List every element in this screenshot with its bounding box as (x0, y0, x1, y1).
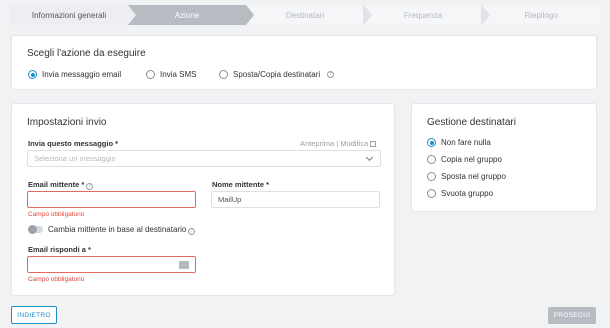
radio-label: Invia SMS (160, 70, 197, 79)
recipients-card: Gestione destinatari Non fare nulla Copi… (411, 103, 597, 212)
change-sender-label: Cambia mittente in base al destinatario? (48, 225, 196, 235)
recipients-title: Gestione destinatari (427, 117, 516, 128)
radio-label: Sposta/Copia destinatari (233, 70, 321, 79)
radio-checked-icon (427, 138, 436, 147)
radio-label: Copia nel gruppo (441, 155, 502, 164)
reply-to-input[interactable] (27, 256, 196, 273)
sender-name-label: Nome mittente * (212, 180, 270, 189)
radio-unchecked-icon (427, 172, 436, 181)
preview-link[interactable]: Anteprima (300, 139, 334, 148)
radio-unchecked-icon (427, 189, 436, 198)
message-label: Invia questo messaggio * (28, 139, 119, 148)
info-icon[interactable]: ? (188, 227, 196, 235)
next-button[interactable]: PROSEGUI (548, 307, 596, 324)
radio-label: Invia messaggio email (42, 70, 122, 79)
action-card-title: Scegli l'azione da eseguire (27, 48, 146, 59)
radio-non-fare-nulla[interactable]: Non fare nulla (427, 138, 491, 147)
radio-invia-email[interactable]: Invia messaggio email (28, 70, 121, 79)
sender-email-input[interactable] (27, 191, 196, 208)
radio-unchecked-icon (146, 70, 155, 79)
message-select-placeholder: Seleziona un messaggio (34, 154, 116, 163)
step-azione[interactable]: Azione (128, 5, 254, 25)
radio-unchecked-icon (427, 155, 436, 164)
chevron-down-icon (365, 153, 374, 162)
sender-name-input[interactable]: MailUp (211, 191, 380, 208)
external-link-icon (370, 141, 377, 147)
info-icon[interactable]: ? (327, 71, 335, 78)
reply-to-label: Email rispondi a * (28, 245, 91, 254)
step-informazioni-generali[interactable]: Informazioni generali (10, 5, 136, 25)
message-select[interactable]: Seleziona un messaggio (27, 150, 381, 167)
edit-link[interactable]: Modifica (340, 139, 368, 148)
step-label: Frequenza (403, 10, 443, 20)
radio-svuota-gruppo[interactable]: Svuota gruppo (427, 189, 493, 198)
radio-sposta-nel-gruppo[interactable]: Sposta nel gruppo (427, 172, 506, 181)
link-separator: | (336, 139, 339, 148)
send-settings-title: Impostazioni invio (27, 117, 107, 128)
radio-copia-nel-gruppo[interactable]: Copia nel gruppo (427, 155, 502, 164)
sender-email-label: Email mittente *? (28, 180, 94, 190)
step-riepilogo: Riepilogo (482, 5, 600, 25)
change-sender-toggle[interactable] (28, 225, 43, 234)
step-destinatari: Destinatari (246, 4, 372, 26)
sender-email-error: Campo obbligatorio (28, 211, 85, 218)
radio-checked-icon (28, 70, 37, 79)
wizard-stepper: Informazioni generali Azione Destinatari… (10, 4, 600, 26)
step-label: Informazioni generali (31, 10, 107, 20)
step-label: Riepilogo (524, 10, 558, 20)
step-frequenza: Frequenza (364, 4, 490, 26)
address-book-icon[interactable] (179, 261, 189, 269)
radio-invia-sms[interactable]: Invia SMS (146, 70, 196, 79)
send-settings-card: Impostazioni invio Invia questo messaggi… (11, 103, 395, 296)
preview-edit-links: Anteprima | Modifica (300, 139, 377, 148)
back-button[interactable]: INDIETRO (11, 306, 57, 324)
radio-unchecked-icon (219, 70, 228, 79)
step-label: Destinatari (285, 10, 325, 20)
reply-to-error: Campo obbligatorio (28, 276, 85, 283)
radio-label: Svuota gruppo (441, 189, 494, 198)
radio-sposta-copia[interactable]: Sposta/Copia destinatari ? (219, 70, 335, 79)
info-icon[interactable]: ? (86, 182, 94, 190)
radio-label: Sposta nel gruppo (441, 172, 506, 181)
action-card: Scegli l'azione da eseguire Invia messag… (11, 35, 597, 90)
step-label: Azione (174, 10, 200, 20)
radio-label: Non fare nulla (441, 138, 491, 147)
